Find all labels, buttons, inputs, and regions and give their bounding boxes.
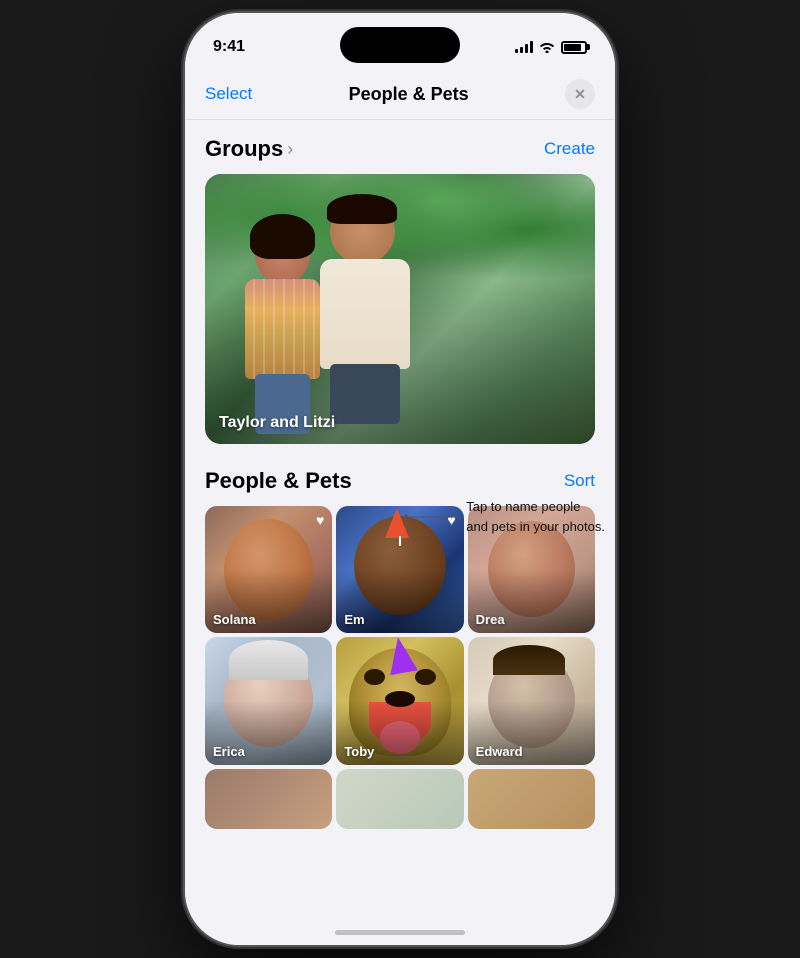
dynamic-island (340, 27, 460, 63)
wifi-icon (539, 41, 555, 53)
person-name-drea: Drea (476, 612, 505, 627)
person-name-edward: Edward (476, 744, 523, 759)
person-tile-solana[interactable]: ♥ Solana (205, 506, 332, 633)
status-icons (515, 41, 587, 54)
favorite-icon: ♥ (316, 512, 324, 528)
page-title: People & Pets (349, 84, 469, 105)
sort-button[interactable]: Sort (564, 471, 595, 491)
select-button[interactable]: Select (205, 84, 252, 104)
tooltip-line2: and pets in your photos. (466, 519, 605, 534)
partial-people-row (205, 769, 595, 829)
tooltip-text: Tap to name people and pets in your phot… (466, 497, 605, 536)
group-card[interactable]: Taylor and Litzi (205, 174, 595, 444)
partial-tile-1[interactable] (205, 769, 332, 829)
nav-bar: Select People & Pets ✕ (185, 67, 615, 120)
screen: Select People & Pets ✕ Groups › Create (185, 67, 615, 945)
tooltip-line1: Tap to name people (466, 499, 580, 514)
person-tile-edward[interactable]: Edward (468, 637, 595, 764)
group-label: Taylor and Litzi (219, 414, 335, 432)
people-grid: ♥ Solana ♥ Em (205, 506, 595, 765)
group-card-image (205, 174, 595, 444)
person-right (315, 194, 425, 414)
create-button[interactable]: Create (544, 139, 595, 159)
person-tile-toby[interactable]: Toby (336, 637, 463, 764)
signal-icon (515, 41, 533, 53)
battery-icon (561, 41, 587, 54)
tooltip-container: Tap to name people and pets in your phot… (405, 497, 605, 536)
phone-frame: 9:41 Select People & Pets ✕ (185, 13, 615, 945)
partial-tile-3[interactable] (468, 769, 595, 829)
people-pets-section-header: People & Pets Sort (205, 468, 595, 494)
groups-section-header: Groups › Create (205, 136, 595, 162)
status-time: 9:41 (213, 38, 245, 56)
person-name-solana: Solana (213, 612, 256, 627)
person-name-erica: Erica (213, 744, 245, 759)
groups-title: Groups › (205, 136, 293, 162)
groups-chevron-icon: › (287, 139, 293, 160)
people-pets-title: People & Pets (205, 468, 352, 494)
close-icon: ✕ (574, 87, 586, 101)
groups-title-text: Groups (205, 136, 283, 162)
person-name-toby: Toby (344, 744, 374, 759)
partial-tile-2[interactable] (336, 769, 463, 829)
tooltip-line (405, 507, 460, 527)
close-button[interactable]: ✕ (565, 79, 595, 109)
person-tile-erica[interactable]: Erica (205, 637, 332, 764)
person-name-em: Em (344, 612, 364, 627)
home-indicator[interactable] (335, 930, 465, 935)
